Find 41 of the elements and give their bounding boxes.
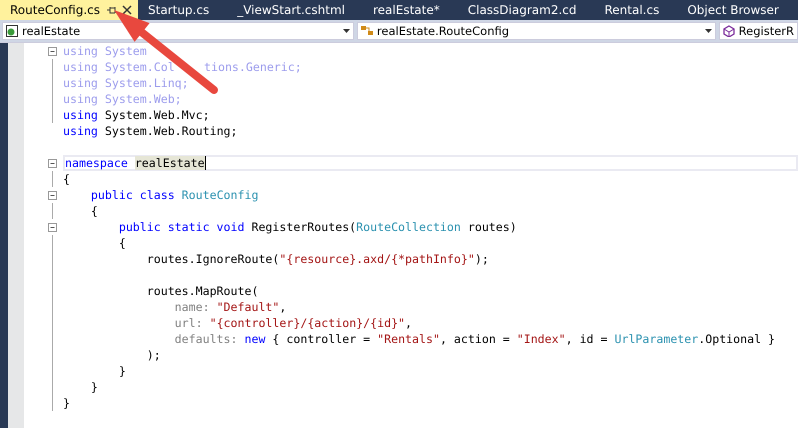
document-tab[interactable]: _ViewStart.cshtml — [227, 0, 349, 20]
code-line: public class RouteConfig — [90, 188, 258, 202]
code-line: using System.Linq; — [63, 76, 189, 90]
document-tab[interactable]: Object Browser — [677, 0, 783, 20]
pin-icon[interactable] — [106, 5, 116, 15]
code-line: namespace realEstate — [65, 156, 206, 170]
code-line: { — [118, 236, 126, 250]
dropdown[interactable]: realEstate.RouteConfig — [356, 22, 716, 40]
document-tab[interactable]: RouteConfig.cs — [0, 0, 138, 20]
code-line: ); — [146, 348, 161, 362]
code-line: { — [63, 172, 70, 186]
dropdown[interactable]: RegisterR — [718, 22, 798, 40]
code-line: defaults: new { controller = "Rentals", action = "Index", id = UrlParameter.Optional } — [174, 332, 776, 346]
code-line: } — [63, 396, 70, 410]
class-icon — [360, 25, 373, 37]
caret-icon — [704, 29, 712, 33]
code-line: public static void RegisterRoutes(RouteCollection routes) — [118, 220, 517, 234]
document-tab[interactable]: realEstate* — [363, 0, 444, 20]
code-line: using System — [63, 44, 147, 58]
code-line: } — [90, 380, 98, 394]
code-line: url: "{controller}/{action}/{id}", — [174, 316, 412, 330]
dropdown[interactable]: realEstate — [2, 22, 354, 40]
code-line: routes.IgnoreRoute("{resource}.axd/{*pathInfo}"); — [146, 252, 489, 266]
code-line: name: "Default", — [174, 300, 286, 314]
document-tab[interactable]: ClassDiagram2.cd — [458, 0, 580, 20]
code-line: using System.Web.Routing; — [63, 124, 238, 138]
document-tab[interactable]: Rental.cs — [594, 0, 664, 20]
collapse-icon[interactable] — [48, 158, 57, 168]
code-line: } — [118, 364, 126, 378]
code-line: using System.Web; — [63, 92, 182, 106]
code-line: { — [90, 204, 98, 218]
code-line: using System.Col tions.Generic; — [63, 60, 302, 74]
caret-icon — [342, 29, 350, 33]
document-tab[interactable]: Startup.cs — [138, 0, 214, 20]
collapse-icon[interactable] — [48, 222, 57, 232]
code-line: routes.MapRoute( — [146, 284, 258, 298]
close-icon[interactable] — [122, 5, 132, 15]
code-line: using System.Web.Mvc; — [63, 108, 210, 122]
collapse-icon[interactable] — [48, 46, 57, 56]
cube-icon — [722, 25, 735, 37]
collapse-icon[interactable] — [48, 190, 57, 200]
